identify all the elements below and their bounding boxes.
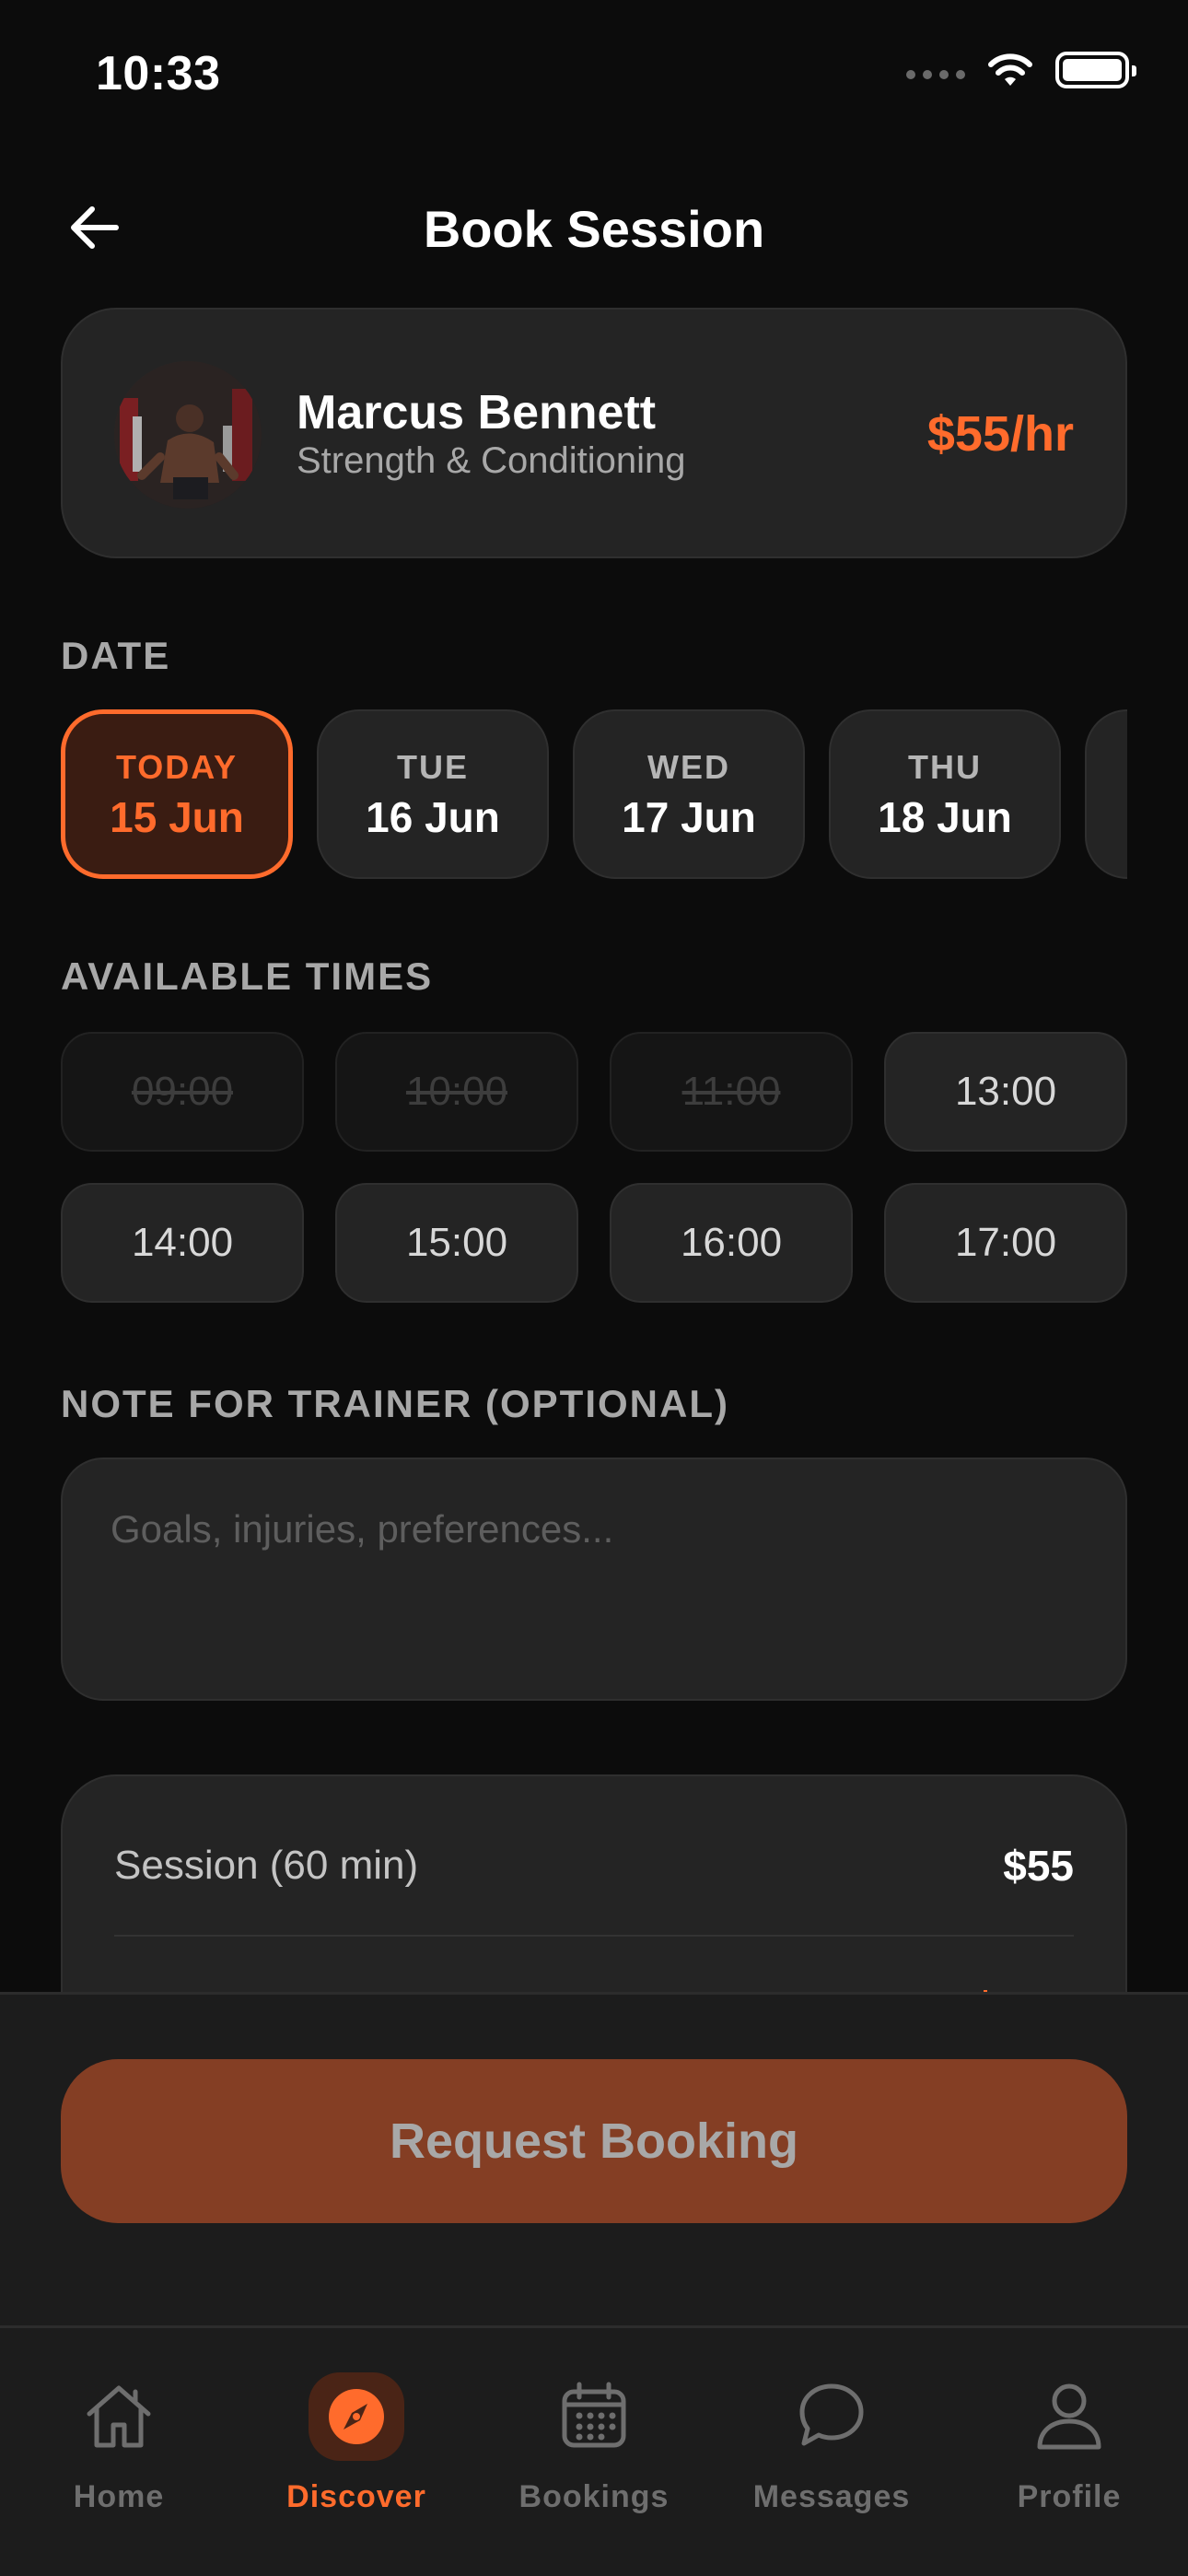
time-slot-1600[interactable]: 16:00 [610, 1183, 853, 1303]
date-chip-today[interactable]: TODAY 15 Jun [61, 709, 293, 879]
trainer-specialty: Strength & Conditioning [297, 440, 686, 481]
trainer-card[interactable]: Marcus Bennett Strength & Conditioning $… [61, 308, 1127, 558]
time-slot-1500[interactable]: 15:00 [335, 1183, 578, 1303]
date-chip-next[interactable] [1085, 709, 1127, 879]
tab-messages[interactable]: Messages [713, 2328, 950, 2514]
booking-action-bar: Request Booking [0, 1992, 1188, 2325]
session-price: $55 [1003, 1842, 1074, 1890]
tab-discover[interactable]: Discover [238, 2328, 475, 2514]
date-selector: TODAY 15 Jun TUE 16 Jun WED 17 Jun THU 1… [61, 709, 1127, 881]
battery-icon [1055, 52, 1136, 88]
date-chip-wed[interactable]: WED 17 Jun [573, 709, 805, 879]
request-booking-button[interactable]: Request Booking [61, 2059, 1127, 2223]
home-icon [68, 2374, 169, 2457]
status-bar: 10:33 [0, 0, 1188, 147]
trainer-rate: $55/hr [926, 406, 1074, 462]
tab-label: Messages [752, 2479, 911, 2514]
cellular-signal-icon [906, 70, 965, 79]
date-chip-weekday: THU [908, 748, 982, 786]
time-slot-1700[interactable]: 17:00 [884, 1183, 1127, 1303]
tab-home[interactable]: Home [0, 2328, 238, 2514]
chat-bubble-icon [781, 2374, 882, 2457]
date-chip-date: 18 Jun [878, 793, 1012, 841]
tab-bar: Home Discover Bookings Messages Profile [0, 2325, 1188, 2576]
header: Book Session [0, 184, 1188, 267]
date-chip-tue[interactable]: TUE 16 Jun [317, 709, 549, 879]
trainer-name: Marcus Bennett [297, 386, 657, 439]
tab-bookings[interactable]: Bookings [475, 2328, 713, 2514]
note-section-label: NOTE FOR TRAINER (OPTIONAL) [61, 1382, 729, 1425]
date-chip-date: 16 Jun [366, 793, 500, 841]
tab-label: Home [73, 2479, 165, 2514]
compass-icon [309, 2372, 404, 2461]
book-session-screen: 10:33 Book Session Marcus Bennett Streng… [0, 0, 1188, 2576]
trainer-note-input[interactable] [61, 1458, 1127, 1701]
tab-label: Discover [286, 2479, 426, 2514]
tab-label: Profile [1017, 2479, 1122, 2514]
summary-divider [114, 1935, 1074, 1937]
wifi-icon [988, 53, 1032, 86]
date-chip-weekday: TUE [397, 748, 469, 786]
time-slot-1400[interactable]: 14:00 [61, 1183, 304, 1303]
time-slot-1300[interactable]: 13:00 [884, 1032, 1127, 1152]
date-chip-weekday: TODAY [115, 748, 239, 786]
time-slot-0900: 09:00 [61, 1032, 304, 1152]
session-label: Session (60 min) [114, 1843, 419, 1888]
date-chip-thu[interactable]: THU 18 Jun [829, 709, 1061, 879]
person-icon [1019, 2374, 1120, 2457]
status-time: 10:33 [96, 47, 221, 100]
date-chip-date: 17 Jun [622, 793, 756, 841]
trainer-avatar [114, 361, 262, 509]
tab-profile[interactable]: Profile [950, 2328, 1188, 2514]
date-chip-weekday: WED [647, 748, 730, 786]
time-slot-1100: 11:00 [610, 1032, 853, 1152]
time-slot-1000: 10:00 [335, 1032, 578, 1152]
page-title: Book Session [423, 200, 765, 258]
times-section-label: AVAILABLE TIMES [61, 954, 434, 998]
date-section-label: DATE [61, 634, 171, 677]
tab-label: Bookings [518, 2479, 670, 2514]
calendar-icon [543, 2374, 645, 2457]
date-chip-date: 15 Jun [110, 793, 244, 841]
status-icons [906, 52, 1136, 88]
